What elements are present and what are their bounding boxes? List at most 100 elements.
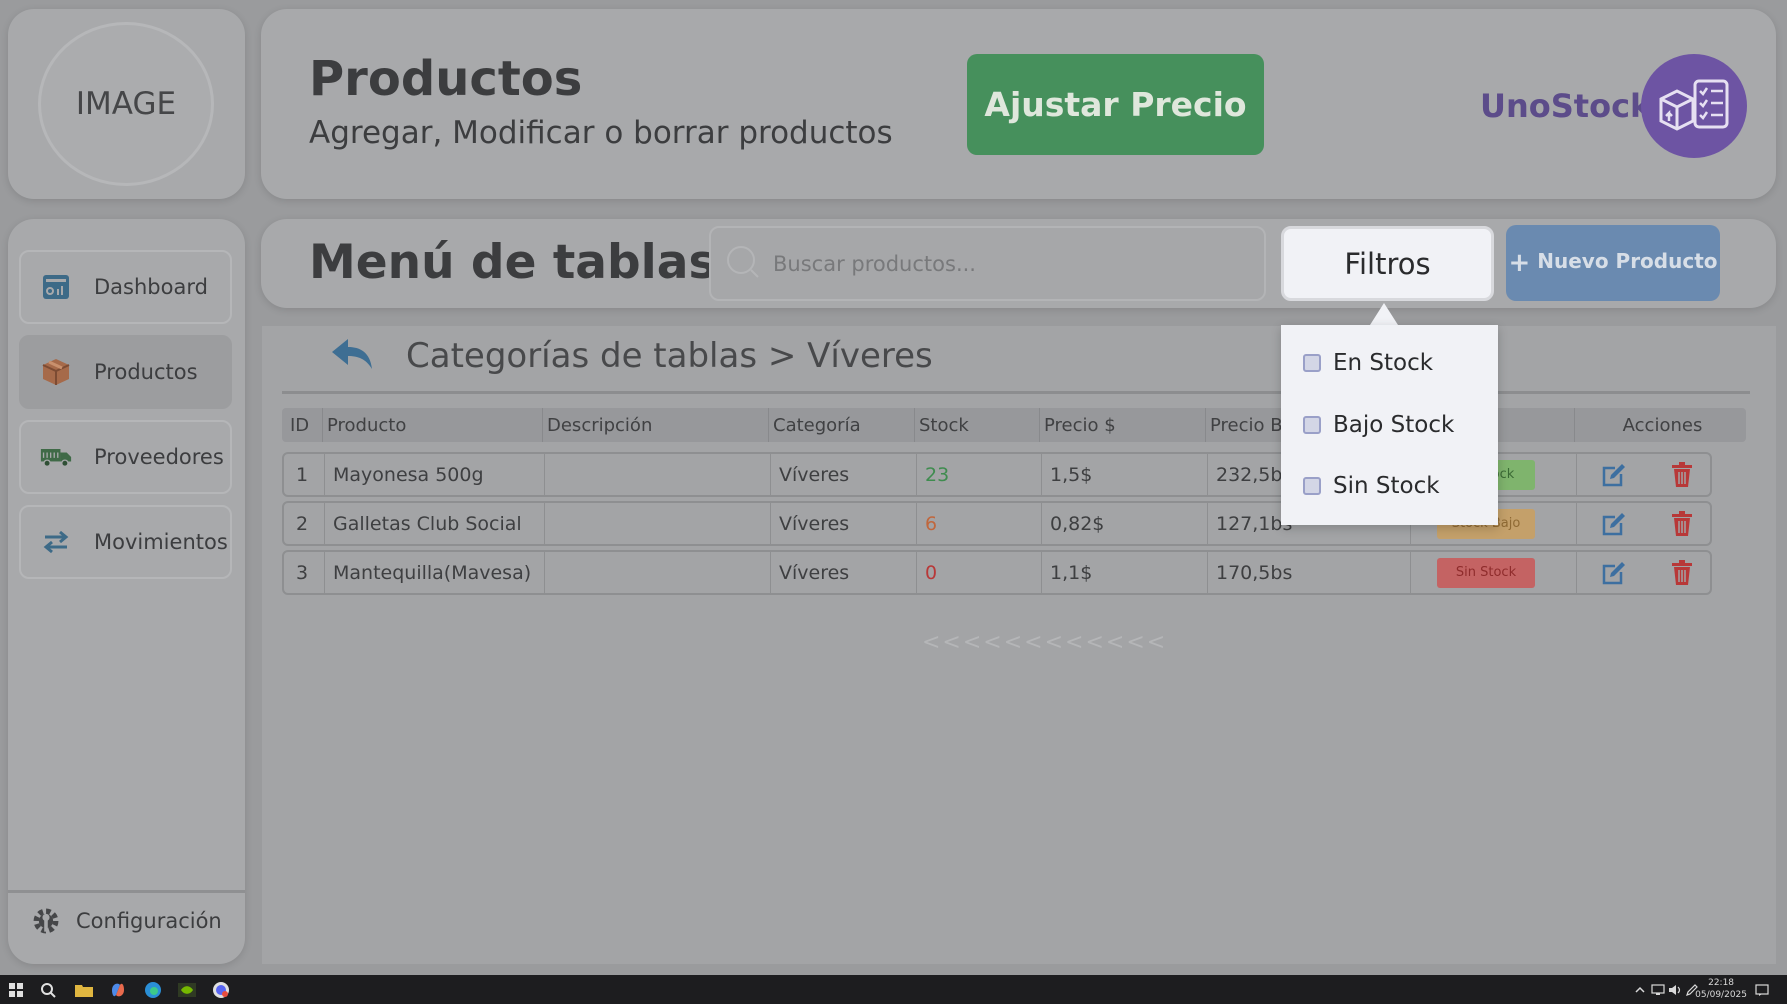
search-icon[interactable] bbox=[38, 980, 58, 1000]
sidebar-item-label: Dashboard bbox=[94, 275, 208, 299]
brand-name: UnoStock bbox=[1480, 87, 1652, 125]
divider bbox=[282, 391, 1750, 394]
cell-stock: 23 bbox=[916, 454, 1041, 495]
cell-stock: 0 bbox=[916, 552, 1041, 593]
table-menu-bar: Menú de tablas Filtros + Nuevo Producto bbox=[261, 219, 1776, 308]
scroll-indicator[interactable]: <<<<<<<<<<<< bbox=[922, 630, 1167, 655]
filter-option-label: En Stock bbox=[1333, 350, 1434, 376]
edit-icon[interactable] bbox=[1599, 558, 1629, 588]
cell-description bbox=[544, 454, 770, 495]
sidebar-item-configuracion[interactable]: Configuración bbox=[30, 905, 222, 937]
column-header-producto: Producto bbox=[322, 408, 542, 442]
new-product-label: Nuevo Producto bbox=[1537, 249, 1718, 273]
checkbox[interactable] bbox=[1303, 416, 1321, 434]
config-label: Configuración bbox=[76, 909, 222, 933]
sidebar-item-dashboard[interactable]: Dashboard bbox=[19, 250, 232, 324]
transfer-arrows-icon bbox=[40, 526, 72, 558]
nvidia-icon[interactable] bbox=[177, 980, 197, 1000]
sidebar-item-label: Proveedores bbox=[94, 445, 224, 469]
cell-stock: 6 bbox=[916, 503, 1041, 544]
search-box bbox=[709, 226, 1266, 301]
copilot-icon[interactable] bbox=[108, 980, 128, 1000]
sidebar-item-proveedores[interactable]: Proveedores bbox=[19, 420, 232, 494]
cell-description bbox=[544, 552, 770, 593]
edit-icon[interactable] bbox=[1599, 460, 1629, 490]
column-header-id: ID bbox=[290, 414, 310, 436]
menu-title: Menú de tablas bbox=[309, 235, 717, 290]
cell-price-usd: 0,82$ bbox=[1041, 503, 1207, 544]
notifications-icon[interactable] bbox=[1752, 980, 1772, 1000]
brand-logo-icon bbox=[1641, 54, 1747, 158]
cell-category: Víveres bbox=[770, 552, 916, 593]
cell-product: Galletas Club Social bbox=[324, 503, 544, 544]
products-panel: Categorías de tablas > Víveres ID Produc… bbox=[262, 326, 1776, 964]
discord-icon[interactable] bbox=[211, 980, 231, 1000]
filter-option-label: Bajo Stock bbox=[1333, 412, 1455, 438]
sidebar-item-label: Productos bbox=[94, 360, 198, 384]
file-explorer-icon[interactable] bbox=[74, 980, 94, 1000]
dropdown-arrow bbox=[1370, 303, 1398, 325]
checkbox[interactable] bbox=[1303, 477, 1321, 495]
box-icon bbox=[40, 356, 72, 388]
filters-dropdown: En Stock Bajo Stock Sin Stock bbox=[1281, 325, 1498, 525]
clock-time: 22:18 bbox=[1708, 978, 1735, 988]
breadcrumb: Categorías de tablas > Víveres bbox=[406, 336, 933, 376]
clock[interactable]: 22:18 05/09/2025 bbox=[1695, 977, 1747, 1001]
header-card: Productos Agregar, Modificar o borrar pr… bbox=[261, 9, 1776, 199]
search-input[interactable] bbox=[773, 251, 1253, 276]
cell-price-usd: 1,5$ bbox=[1041, 454, 1207, 495]
search-icon bbox=[725, 244, 761, 284]
table-row: 3 Mantequilla(Mavesa) Víveres 0 1,1$ 170… bbox=[282, 550, 1712, 595]
cell-id: 2 bbox=[296, 512, 309, 535]
checkbox[interactable] bbox=[1303, 354, 1321, 372]
sidebar-item-productos[interactable]: Productos bbox=[19, 335, 232, 409]
sidebar-item-label: Movimientos bbox=[94, 530, 228, 554]
column-header-acciones: Acciones bbox=[1574, 408, 1746, 442]
filter-option-label: Sin Stock bbox=[1333, 473, 1440, 499]
cell-actions bbox=[1576, 503, 1712, 544]
page-title: Productos bbox=[309, 51, 583, 107]
new-product-button[interactable]: + Nuevo Producto bbox=[1506, 225, 1720, 301]
truck-icon bbox=[40, 441, 72, 473]
cell-category: Víveres bbox=[770, 454, 916, 495]
sidebar-item-movimientos[interactable]: Movimientos bbox=[19, 505, 232, 579]
page-subtitle: Agregar, Modificar o borrar productos bbox=[309, 115, 893, 151]
cell-price-bs: 170,5bs bbox=[1207, 552, 1410, 593]
column-header-stock: Stock bbox=[914, 408, 1039, 442]
edge-browser-icon[interactable] bbox=[143, 980, 163, 1000]
status-badge: Sin Stock bbox=[1437, 557, 1535, 588]
table-header: ID Producto Descripción Categoría Stock … bbox=[282, 408, 1746, 442]
cell-id: 3 bbox=[296, 561, 309, 584]
delete-icon[interactable] bbox=[1667, 558, 1697, 588]
cell-product: Mantequilla(Mavesa) bbox=[324, 552, 544, 593]
plus-icon: + bbox=[1508, 248, 1531, 278]
windows-start-icon[interactable] bbox=[6, 980, 26, 1000]
back-arrow-icon[interactable] bbox=[330, 337, 374, 371]
cell-category: Víveres bbox=[770, 503, 916, 544]
gear-wrench-icon bbox=[30, 905, 62, 937]
delete-icon[interactable] bbox=[1667, 460, 1697, 490]
filter-option-bajo-stock[interactable]: Bajo Stock bbox=[1303, 412, 1454, 438]
sidebar-divider bbox=[8, 890, 245, 893]
filter-option-sin-stock[interactable]: Sin Stock bbox=[1303, 473, 1440, 499]
cell-description bbox=[544, 503, 770, 544]
tray-chevron-icon[interactable] bbox=[1630, 980, 1650, 1000]
cell-actions bbox=[1576, 552, 1712, 593]
column-header-descripcion: Descripción bbox=[542, 408, 768, 442]
delete-icon[interactable] bbox=[1667, 509, 1697, 539]
cell-price-usd: 1,1$ bbox=[1041, 552, 1207, 593]
adjust-price-button[interactable]: Ajustar Precio bbox=[967, 54, 1264, 155]
column-header-categoria: Categoría bbox=[768, 408, 914, 442]
clock-date: 05/09/2025 bbox=[1695, 990, 1747, 1000]
logo-image-placeholder: IMAGE bbox=[38, 22, 214, 186]
filters-button[interactable]: Filtros bbox=[1281, 226, 1494, 301]
dashboard-icon bbox=[40, 271, 72, 303]
cell-status: Sin Stock bbox=[1410, 552, 1576, 593]
filter-option-en-stock[interactable]: En Stock bbox=[1303, 350, 1433, 376]
logo-card: IMAGE bbox=[8, 9, 245, 199]
sidebar: Dashboard Productos Proveedores Movimien… bbox=[8, 219, 245, 964]
cell-product: Mayonesa 500g bbox=[324, 454, 544, 495]
edit-icon[interactable] bbox=[1599, 509, 1629, 539]
cell-actions bbox=[1576, 454, 1712, 495]
cell-id: 1 bbox=[296, 463, 309, 486]
